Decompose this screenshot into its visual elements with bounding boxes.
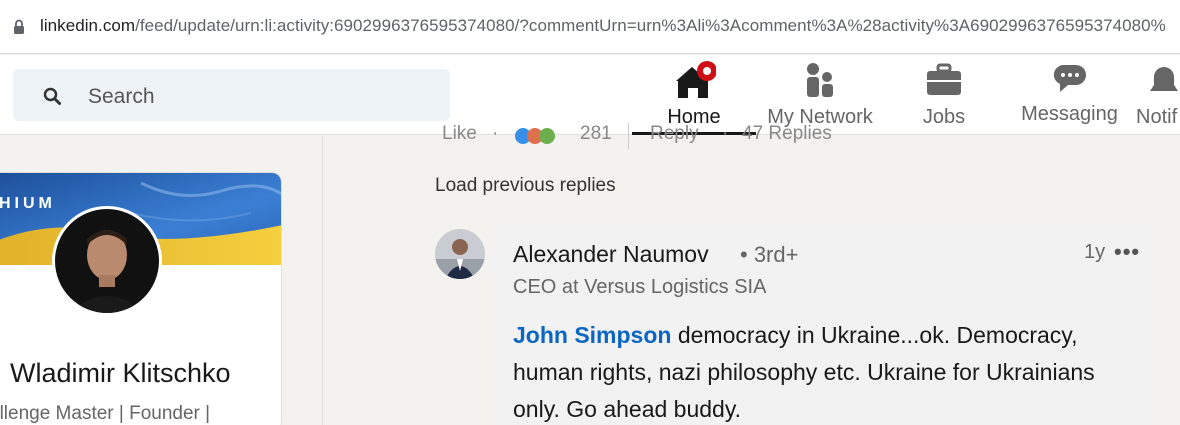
commenter-avatar[interactable] (435, 229, 485, 279)
nav-jobs[interactable]: Jobs (890, 55, 998, 135)
reactions-icon (515, 128, 555, 144)
load-previous-replies[interactable]: Load previous replies (435, 175, 616, 197)
comment-bubble: Alexander Naumov • 3rd+ 1y ••• CEO at Ve… (492, 221, 1154, 425)
profile-name[interactable]: Wladimir Klitschko (10, 358, 231, 389)
profile-avatar[interactable] (52, 206, 162, 316)
search-icon (43, 87, 61, 105)
commenter-headline: CEO at Versus Logistics SIA (513, 276, 767, 298)
briefcase-icon (927, 63, 961, 95)
profile-photo (55, 209, 159, 313)
premium-badge: HIUM (0, 195, 56, 212)
url-text[interactable]: linkedin.com/feed/update/urn:li:activity… (40, 16, 1166, 36)
profile-tagline: allenge Master | Founder | (0, 403, 211, 424)
reaction-count[interactable]: 281 (580, 123, 612, 145)
like-button[interactable]: Like (442, 123, 477, 145)
mention-link[interactable]: John Simpson (513, 322, 671, 348)
action-divider (628, 123, 629, 149)
commenter-photo (435, 229, 485, 279)
search-input[interactable]: Search (13, 69, 450, 121)
reply-button[interactable]: Reply (650, 123, 699, 145)
search-placeholder: Search (88, 85, 155, 108)
messaging-icon (1053, 64, 1086, 92)
nav-messaging[interactable]: Messaging (1012, 55, 1127, 135)
url-host: linkedin.com (40, 16, 136, 35)
more-options-icon[interactable]: ••• (1114, 239, 1140, 265)
nav-jobs-label: Jobs (922, 106, 966, 128)
connection-degree: • 3rd+ (740, 242, 799, 267)
nav-notifications[interactable]: Notif (1134, 55, 1180, 135)
commenter-name[interactable]: Alexander Naumov (513, 241, 709, 268)
people-icon (807, 63, 833, 97)
replies-count[interactable]: 47 Replies (742, 123, 832, 145)
comment-time: 1y (1084, 241, 1106, 263)
address-bar[interactable]: linkedin.com/feed/update/urn:li:activity… (0, 0, 1180, 54)
home-icon (676, 61, 716, 98)
dot-separator: · (722, 123, 729, 144)
url-path: /feed/update/urn:li:activity:69029963765… (135, 16, 1166, 35)
profile-card: HIUM Wladimir Klitschko allenge Master |… (0, 172, 282, 425)
comment-text: John Simpson democracy in Ukraine...ok. … (513, 317, 1133, 425)
column-divider (322, 136, 323, 425)
bell-icon (1150, 67, 1178, 91)
dot-separator: · (492, 123, 499, 144)
lock-icon (14, 19, 24, 34)
nav-notifications-label: Notif (1136, 106, 1178, 128)
nav-messaging-label: Messaging (1021, 103, 1118, 125)
